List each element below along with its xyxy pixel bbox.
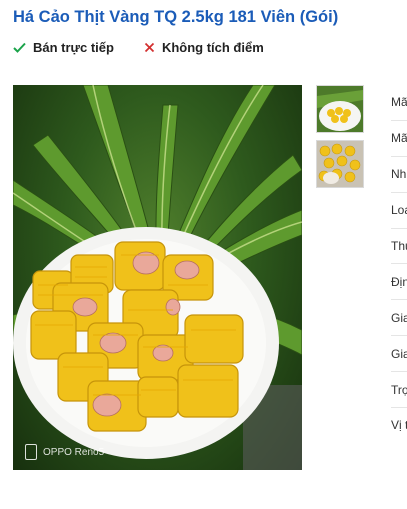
attribute-row: Gia	[391, 300, 407, 337]
watermark-text: OPPO Reno5	[43, 446, 105, 458]
thumbnail-2[interactable]	[316, 140, 364, 188]
badge-direct-sale-label: Bán trực tiếp	[33, 40, 114, 55]
thumbnail-2-image	[317, 141, 363, 187]
thumbnail-list	[316, 85, 364, 195]
attribute-label: Địn	[391, 274, 407, 289]
camera-watermark: OPPO Reno5	[25, 444, 104, 460]
attribute-label: Gia	[391, 310, 407, 325]
attribute-row: Trọ	[391, 372, 407, 409]
camera-logo-icon	[25, 444, 37, 460]
thumbnail-1[interactable]	[316, 85, 364, 133]
close-icon	[144, 42, 155, 53]
attribute-row: Mã	[391, 85, 407, 121]
attribute-label: Mã	[391, 95, 407, 110]
attribute-label: Gia	[391, 346, 407, 361]
attribute-row: Loạ	[391, 193, 407, 229]
attribute-label: Nh	[391, 167, 407, 182]
attribute-label: Vị t	[391, 418, 407, 433]
attribute-row: Gia	[391, 336, 407, 373]
attribute-label: Trọ	[391, 382, 407, 397]
attribute-row: Vị t	[391, 408, 407, 443]
product-title: Há Cảo Thịt Vàng TQ 2.5kg 181 Viên (Gói)	[13, 8, 339, 26]
attribute-label: Mã	[391, 131, 407, 146]
thumbnail-1-image	[317, 86, 363, 132]
badge-direct-sale: Bán trực tiếp	[13, 40, 114, 55]
badge-no-points: Không tích điểm	[144, 40, 264, 55]
attribute-label: Thu	[391, 239, 407, 253]
dumplings-photo	[13, 85, 302, 470]
badge-row: Bán trực tiếp Không tích điểm	[13, 40, 294, 55]
badge-no-points-label: Không tích điểm	[161, 40, 264, 55]
check-icon	[13, 42, 26, 53]
product-attributes: Mã Mã Nh Loạ Thu Địn Gia Gia Trọ Vị t	[391, 85, 407, 443]
attribute-label: Loạ	[391, 203, 407, 218]
attribute-row: Thu	[391, 229, 407, 265]
attribute-row: Mã	[391, 121, 407, 157]
product-main-image[interactable]: OPPO Reno5	[13, 85, 302, 470]
attribute-row: Nh	[391, 157, 407, 193]
attribute-row: Địn	[391, 264, 407, 301]
